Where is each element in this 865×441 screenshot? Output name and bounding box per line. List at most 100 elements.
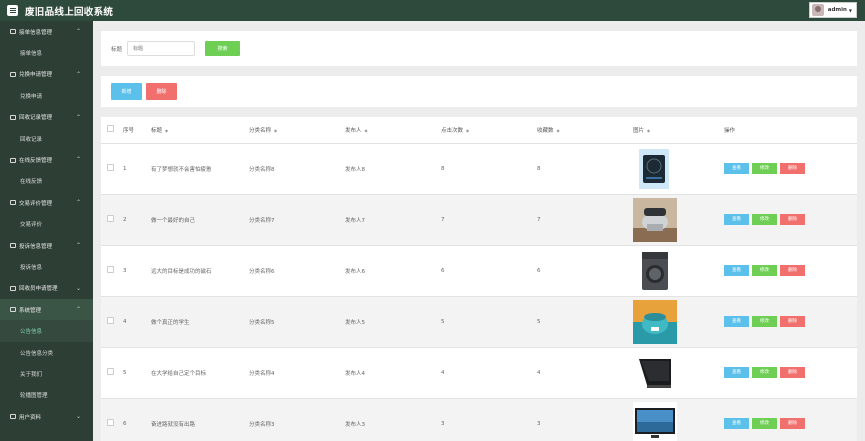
sidebar-group[interactable]: 用户资料 ⌄ (0, 406, 93, 427)
row-favorites: 4 (537, 347, 633, 399)
menu-grid-icon (10, 243, 16, 249)
menu-toggle-icon[interactable] (7, 5, 18, 16)
sidebar-item[interactable]: 投诉信息 (0, 256, 93, 277)
sidebar-item[interactable]: 关于我们 (0, 363, 93, 384)
header-image[interactable]: 图片 ◆ (633, 117, 724, 144)
sidebar-group[interactable]: 投诉信息管理 ⌃ (0, 235, 93, 256)
add-button[interactable]: 新增 (111, 83, 142, 100)
sidebar-group[interactable]: 在线反馈管理 ⌃ (0, 149, 93, 170)
range-hood-image (633, 350, 677, 395)
header-clicks[interactable]: 点击次数 ◆ (441, 117, 537, 144)
sidebar-item[interactable]: 兑换申请 (0, 85, 93, 106)
delete-row-button[interactable]: 删除 (780, 214, 805, 225)
avatar (811, 4, 824, 16)
delete-row-button[interactable]: 删除 (780, 265, 805, 276)
sidebar-item[interactable]: 在线反馈 (0, 171, 93, 192)
chevron-down-icon: ⌄ (75, 284, 81, 292)
row-checkbox[interactable] (107, 215, 114, 222)
row-actions: 查看 修改 删除 (724, 143, 857, 195)
edit-button[interactable]: 修改 (752, 214, 777, 225)
edit-button[interactable]: 修改 (752, 316, 777, 327)
sidebar-item[interactable]: 公告信息 (0, 320, 93, 342)
sidebar-item[interactable]: 交易评价 (0, 214, 93, 235)
chevron-up-icon: ⌃ (75, 241, 81, 249)
row-select-cell (101, 245, 123, 297)
header-title[interactable]: 标题 ◆ (151, 117, 249, 144)
header-publisher[interactable]: 发布人 ◆ (345, 117, 441, 144)
row-checkbox[interactable] (107, 164, 114, 171)
sidebar-group[interactable]: 系统管理 ⌃ (0, 299, 93, 321)
row-checkbox[interactable] (107, 419, 114, 426)
edit-button[interactable]: 修改 (752, 367, 777, 378)
delete-row-button[interactable]: 删除 (780, 418, 805, 429)
view-button[interactable]: 查看 (724, 418, 749, 429)
table-row: 3 远大的目标是成功的磁石 分类名称6 发布人6 6 6 查看 修改 删除 (101, 245, 857, 297)
sidebar-group[interactable]: 回收记录管理 ⌃ (0, 107, 93, 128)
user-menu[interactable]: admin ▼ (808, 2, 857, 18)
sidebar-item[interactable]: 轮播图管理 (0, 385, 93, 406)
row-image-cell (633, 143, 724, 195)
search-button[interactable]: 搜索 (205, 41, 241, 56)
action-panel: 新增 删除 (101, 76, 857, 107)
row-checkbox[interactable] (107, 368, 114, 375)
delete-row-button[interactable]: 删除 (780, 316, 805, 327)
row-category: 分类名称7 (249, 194, 345, 246)
sidebar-group[interactable]: 交易评价管理 ⌃ (0, 192, 93, 213)
sidebar-group[interactable]: 兑换申请管理 ⌃ (0, 64, 93, 85)
header-image-label: 图片 (633, 127, 645, 134)
sidebar-group-label: 用户资料 (19, 414, 42, 421)
delete-row-button[interactable]: 删除 (780, 367, 805, 378)
table-row: 1 有了梦想就不会害怕疲惫 分类名称8 发布人8 8 8 查看 修改 删除 (101, 143, 857, 195)
row-action-group: 查看 修改 删除 (724, 367, 805, 378)
view-button[interactable]: 查看 (724, 316, 749, 327)
row-publisher: 发布人6 (345, 245, 441, 297)
row-image-cell (633, 245, 724, 297)
delete-button[interactable]: 删除 (146, 83, 177, 100)
view-button[interactable]: 查看 (724, 163, 749, 174)
row-category: 分类名称8 (249, 143, 345, 195)
header-category[interactable]: 分类名称 ◆ (249, 117, 345, 144)
row-clicks: 7 (441, 194, 537, 246)
row-select-cell (101, 194, 123, 246)
sidebar-item[interactable]: 接单信息 (0, 42, 93, 63)
row-select-cell (101, 398, 123, 441)
row-checkbox[interactable] (107, 266, 114, 273)
delete-row-button[interactable]: 删除 (780, 163, 805, 174)
sort-icon: ◆ (274, 127, 278, 133)
sidebar-item[interactable]: 公告信息分类 (0, 342, 93, 363)
edit-button[interactable]: 修改 (752, 265, 777, 276)
sidebar-group[interactable]: 接单信息管理 ⌃ (0, 21, 93, 42)
row-image-cell (633, 398, 724, 441)
main-content: 标题 搜索 新增 删除 序号 标题◆ 分类名称◆ 发布人◆ 点击次数◆ 收藏数◆ (101, 31, 857, 441)
view-button[interactable]: 查看 (724, 265, 749, 276)
row-checkbox[interactable] (107, 317, 114, 324)
view-button[interactable]: 查看 (724, 367, 749, 378)
sidebar-group[interactable]: 回收员申请管理 ⌄ (0, 278, 93, 299)
menu-grid-icon (10, 307, 16, 313)
chevron-up-icon: ⌃ (75, 306, 81, 314)
edit-button[interactable]: 修改 (752, 163, 777, 174)
header-ops: 操作 (724, 117, 857, 144)
row-action-group: 查看 修改 删除 (724, 418, 805, 429)
row-category: 分类名称3 (249, 398, 345, 441)
view-button[interactable]: 查看 (724, 214, 749, 225)
table-row: 5 在大学给自己定个目标 分类名称4 发布人4 4 4 查看 修改 删除 (101, 347, 857, 399)
row-action-group: 查看 修改 删除 (724, 316, 805, 327)
search-input[interactable] (127, 41, 196, 56)
row-favorites: 8 (537, 143, 633, 195)
select-all-checkbox[interactable] (107, 125, 114, 133)
edit-button[interactable]: 修改 (752, 418, 777, 429)
menu-grid-icon (10, 71, 16, 77)
induction-cooker-image (633, 147, 677, 191)
row-publisher: 发布人3 (345, 398, 441, 441)
header-favorites-label: 收藏数 (537, 127, 554, 134)
header-title-label: 标题 (151, 127, 163, 134)
row-select-cell (101, 143, 123, 195)
row-actions: 查看 修改 删除 (724, 296, 857, 348)
top-bar: 废旧品线上回收系统 admin ▼ (0, 0, 865, 21)
sidebar: 接单信息管理 ⌃ 接单信息 兑换申请管理 ⌃ 兑换申请 回收记录管理 ⌃ 回收记录 在线反馈管理 ⌃… (0, 21, 93, 441)
header-favorites[interactable]: 收藏数 ◆ (537, 117, 633, 144)
television-image (633, 401, 677, 441)
sidebar-group-label: 在线反馈管理 (19, 158, 53, 165)
sidebar-item[interactable]: 回收记录 (0, 128, 93, 149)
